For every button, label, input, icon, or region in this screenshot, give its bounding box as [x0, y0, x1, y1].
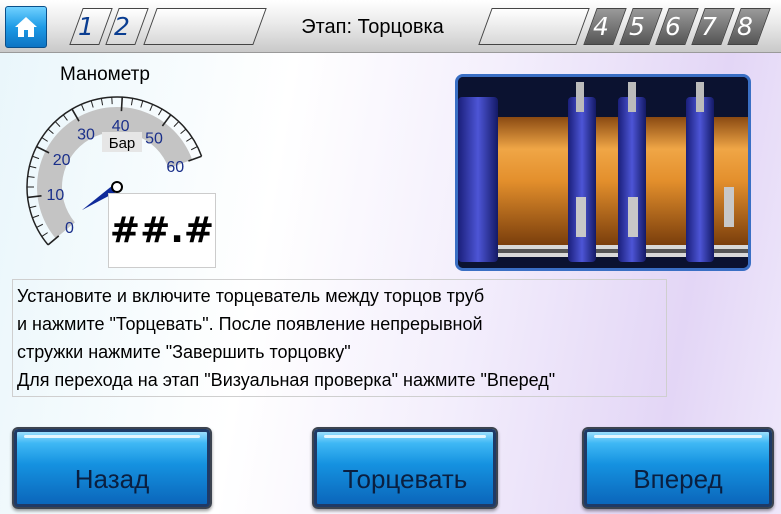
face-button[interactable]: Торцевать [312, 427, 498, 509]
gauge-tick [47, 235, 60, 246]
step-tab-filler [143, 8, 267, 45]
back-button[interactable]: Назад [12, 427, 212, 509]
gauge-tick [158, 108, 163, 116]
gauge-tick [54, 121, 61, 127]
gauge-tick-label: 30 [77, 126, 95, 143]
gauge-tick [190, 146, 198, 151]
step-tab-filler [478, 8, 590, 45]
step-tab-8[interactable]: 8 [730, 8, 760, 45]
button-gloss [594, 435, 762, 438]
instruction-line: Для перехода на этап "Визуальная проверк… [17, 370, 556, 390]
gauge-tick [140, 100, 144, 108]
step-tab-2[interactable]: 2 [107, 8, 137, 45]
gauge-tick [149, 104, 154, 111]
home-button[interactable] [5, 6, 47, 48]
button-gloss [324, 435, 486, 438]
machine-illustration [455, 74, 751, 271]
pipe-clamp-image [458, 77, 748, 268]
gauge-hub [111, 181, 123, 193]
gauge-tick [47, 128, 54, 135]
gauge-tick [36, 223, 44, 228]
gauge-title: Манометр [60, 64, 150, 85]
gauge-tick-label: 20 [53, 152, 71, 169]
gauge-tick [120, 97, 124, 112]
gauge-tick [100, 98, 104, 106]
gauge-tick [80, 104, 85, 111]
back-button-label: Назад [74, 464, 150, 494]
forward-button[interactable]: Вперед [582, 427, 774, 509]
gauge-unit: Бар [109, 135, 136, 152]
step-tab-6[interactable]: 6 [658, 8, 688, 45]
instruction-line: Установите и включите торцеватель между … [17, 286, 485, 306]
gauge-tick-label: 10 [47, 187, 65, 204]
face-button-label: Торцевать [342, 464, 468, 494]
instructions-text: Установите и включите торцеватель между … [12, 279, 667, 397]
instruction-line: и нажмите "Торцевать". После появление н… [17, 314, 483, 334]
gauge-tick [173, 121, 180, 127]
gauge-tick [27, 176, 35, 178]
top-bar: 1 2 Этап: Торцовка 4 5 6 7 8 [0, 0, 781, 53]
step-tab-5[interactable]: 5 [622, 8, 652, 45]
step-tab-4[interactable]: 4 [586, 8, 616, 45]
step-tab-7[interactable]: 7 [694, 8, 724, 45]
gauge-tick [90, 100, 94, 108]
gauge-tick [180, 128, 187, 135]
stage-title: Этап: Торцовка [301, 16, 444, 38]
gauge-tick [32, 214, 40, 219]
pressure-value-display: ##.# [108, 193, 216, 268]
gauge-tick-label: 0 [65, 220, 74, 237]
gauge-tick [41, 137, 48, 142]
gauge-tick-label: 50 [145, 130, 163, 147]
gauge-tick [186, 137, 193, 142]
home-icon [15, 17, 37, 37]
instruction-line: стружки нажмите "Завершить торцовку" [17, 342, 351, 362]
gauge-tick [130, 98, 134, 106]
step-tab-1[interactable]: 1 [71, 8, 101, 45]
gauge-tick [29, 205, 37, 209]
gauge-tick-label: 60 [166, 159, 184, 176]
gauge-tick [62, 114, 68, 121]
forward-button-label: Вперед [633, 464, 723, 494]
gauge-tick [41, 232, 48, 237]
gauge-tick [32, 155, 40, 160]
gauge-tick [29, 165, 37, 169]
button-gloss [24, 435, 200, 438]
